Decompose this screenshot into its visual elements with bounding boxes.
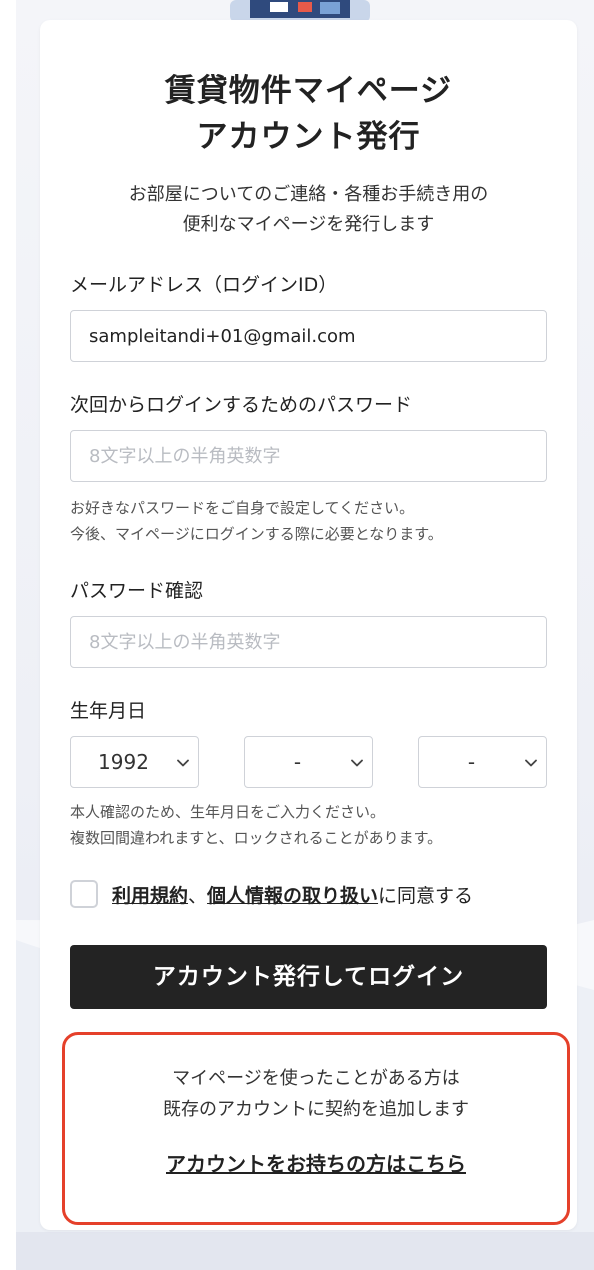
existing-account-line2: 既存のアカウントに契約を追加します bbox=[163, 1099, 469, 1120]
create-account-button[interactable]: アカウント発行してログイン bbox=[70, 945, 547, 1009]
privacy-policy-link[interactable]: 個人情報の取り扱い bbox=[207, 885, 378, 907]
agreement-text: 利用規約、個人情報の取り扱いに同意する bbox=[112, 881, 473, 908]
chevron-down-icon bbox=[525, 759, 537, 767]
page-title-line1: 賃貸物件マイページ bbox=[164, 73, 453, 109]
footer-strip bbox=[16, 1232, 594, 1270]
birthdate-label: 生年月日 bbox=[70, 700, 147, 722]
agree-checkbox[interactable] bbox=[70, 880, 98, 908]
password-help-line2: 今後、マイページにログインする際に必要となります。 bbox=[70, 525, 443, 543]
existing-account-link[interactable]: アカウントをお持ちの方はこちら bbox=[65, 1148, 567, 1177]
existing-account-line1: マイページを使ったことがある方は bbox=[172, 1068, 460, 1089]
password-confirm-field[interactable] bbox=[70, 616, 547, 668]
birth-year-select[interactable]: 1992 bbox=[70, 736, 199, 788]
agreement-separator: 、 bbox=[188, 885, 208, 907]
birthdate-help: 本人確認のため、生年月日をご入力ください。 複数回間違われますと、ロックされるこ… bbox=[70, 799, 442, 851]
password-label: 次回からログインするためのパスワード bbox=[70, 394, 413, 416]
birthdate-help-line2: 複数回間違われますと、ロックされることがあります。 bbox=[70, 829, 443, 847]
birth-year-value: 1992 bbox=[98, 750, 149, 774]
birthdate-help-line1: 本人確認のため、生年月日をご入力ください。 bbox=[70, 803, 386, 821]
agreement-suffix: に同意する bbox=[378, 885, 474, 907]
password-help: お好きなパスワードをご自身で設定してください。 今後、マイページにログインする際… bbox=[70, 495, 443, 547]
header-illustration bbox=[230, 0, 370, 22]
page-title-line2: アカウント発行 bbox=[196, 119, 421, 155]
email-label: メールアドレス（ログインID） bbox=[70, 274, 338, 296]
birth-day-select[interactable]: - bbox=[418, 736, 547, 788]
page-description-line1: お部屋についてのご連絡・各種お手続き用の bbox=[128, 184, 489, 205]
page-title: 賃貸物件マイページ アカウント発行 bbox=[40, 68, 577, 160]
birth-day-value: - bbox=[467, 750, 476, 774]
chevron-down-icon bbox=[177, 759, 189, 767]
password-help-line1: お好きなパスワードをご自身で設定してください。 bbox=[70, 499, 415, 517]
birth-month-value: - bbox=[293, 750, 302, 774]
existing-account-description: マイページを使ったことがある方は 既存のアカウントに契約を追加します bbox=[65, 1063, 567, 1125]
page-description-line2: 便利なマイページを発行します bbox=[182, 214, 435, 235]
chevron-down-icon bbox=[351, 759, 363, 767]
terms-link[interactable]: 利用規約 bbox=[112, 885, 188, 907]
birth-month-select[interactable]: - bbox=[244, 736, 373, 788]
email-field[interactable] bbox=[70, 310, 547, 362]
password-confirm-label: パスワード確認 bbox=[70, 580, 204, 602]
existing-account-box: マイページを使ったことがある方は 既存のアカウントに契約を追加します アカウント… bbox=[62, 1032, 570, 1225]
page-description: お部屋についてのご連絡・各種お手続き用の 便利なマイページを発行します bbox=[40, 180, 577, 240]
signup-card: 賃貸物件マイページ アカウント発行 お部屋についてのご連絡・各種お手続き用の 便… bbox=[40, 20, 577, 1230]
password-field[interactable] bbox=[70, 430, 547, 482]
